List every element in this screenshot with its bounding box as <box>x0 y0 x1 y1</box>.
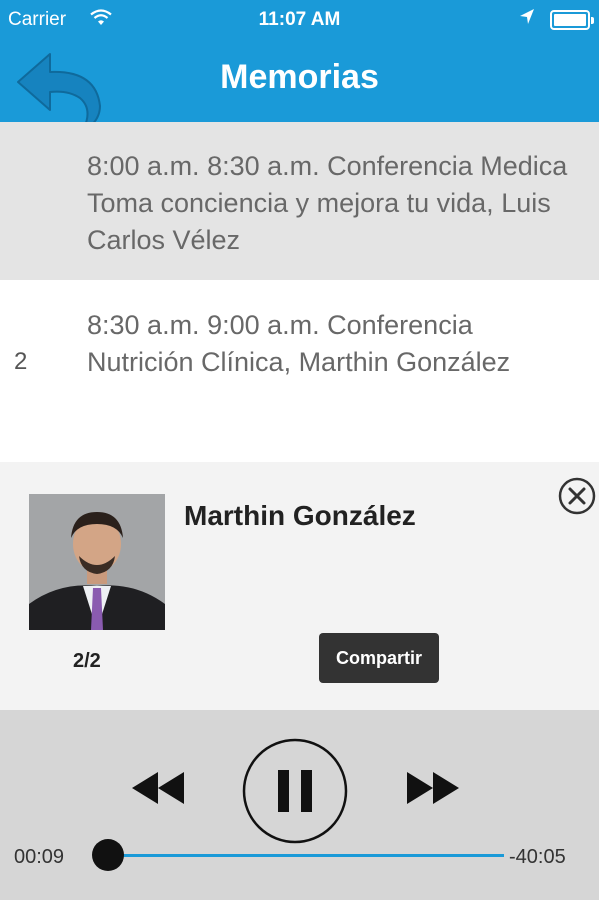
list-item-number: 2 <box>14 348 28 375</box>
rewind-button[interactable] <box>130 768 186 808</box>
page-title: Memorias <box>220 58 379 96</box>
progress-track[interactable] <box>108 854 504 857</box>
list-item-text: 8:00 a.m. 8:30 a.m. Conferencia Medica T… <box>87 151 568 255</box>
pause-button[interactable] <box>242 738 348 844</box>
speaker-photo <box>29 494 165 630</box>
speaker-detail-panel: Marthin González 2/2 Compartir <box>0 462 599 710</box>
speaker-name: Marthin González <box>184 500 416 531</box>
fast-forward-icon <box>407 772 459 804</box>
close-button[interactable] <box>558 477 596 515</box>
close-icon <box>558 477 596 515</box>
progress-thumb[interactable] <box>92 839 124 871</box>
audio-player: 00:09 -40:05 <box>0 710 599 900</box>
battery-icon <box>550 10 594 30</box>
list-item-text: 8:30 a.m. 9:00 a.m. Conferencia Nutrició… <box>87 310 511 377</box>
speaker-counter: 2/2 <box>73 650 101 672</box>
fast-forward-button[interactable] <box>405 768 461 808</box>
location-arrow-icon <box>518 6 536 33</box>
list-item[interactable]: 2 8:30 a.m. 9:00 a.m. Conferencia Nutric… <box>0 280 599 462</box>
pause-icon <box>242 738 348 844</box>
share-button[interactable]: Compartir <box>319 633 439 683</box>
elapsed-time: 00:09 <box>14 846 65 868</box>
rewind-icon <box>132 772 184 804</box>
list-item[interactable]: 1 8:00 a.m. 8:30 a.m. Conferencia Medica… <box>0 122 599 339</box>
remaining-time: -40:05 <box>509 846 566 868</box>
app-header: Carrier 11:07 AM Memorias <box>0 0 599 133</box>
status-bar: Carrier 11:07 AM <box>0 0 599 40</box>
status-time: 11:07 AM <box>258 9 341 30</box>
